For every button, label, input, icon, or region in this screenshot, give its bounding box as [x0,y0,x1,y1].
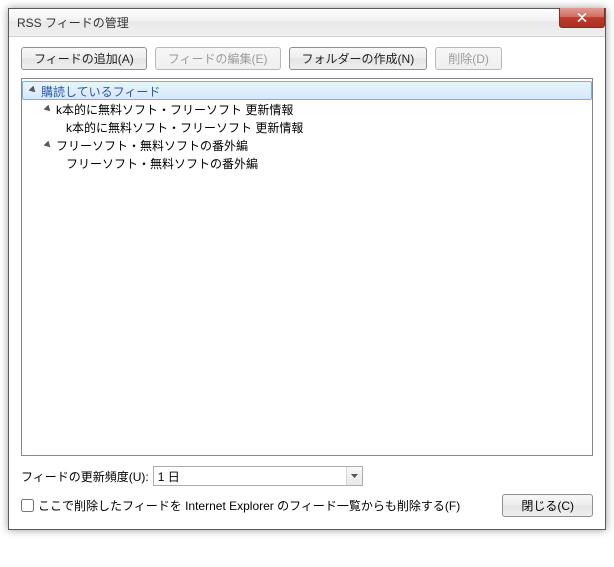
tree-node-label: フリーソフト・無料ソフトの番外編 [56,136,248,154]
dialog-window: RSS フィードの管理 フィードの追加(A) フィードの編集(E) フォルダーの… [8,8,606,530]
add-feed-button[interactable]: フィードの追加(A) [21,47,147,70]
expand-collapse-icon[interactable] [42,139,54,151]
dialog-content: フィードの追加(A) フィードの編集(E) フォルダーの作成(N) 削除(D) … [9,37,605,529]
frequency-row: フィードの更新頻度(U): [21,466,593,486]
ie-delete-checkbox[interactable] [21,499,34,512]
window-close-button[interactable] [559,8,605,28]
tree-node-label: k本的に無料ソフト・フリーソフト 更新情報 [56,100,293,118]
expand-collapse-icon[interactable] [42,103,54,115]
expand-collapse-icon[interactable] [27,85,39,97]
edit-feed-button: フィードの編集(E) [155,47,281,70]
frequency-dropdown-button[interactable] [346,467,362,485]
close-icon [577,13,587,22]
bottom-panel: フィードの更新頻度(U): ここで削除したフィードを Internet Expl… [21,466,593,517]
tree-folder[interactable]: k本的に無料ソフト・フリーソフト 更新情報 [22,100,592,118]
title-bar[interactable]: RSS フィードの管理 [9,9,605,37]
tree-node-label: 購読しているフィード [41,82,160,100]
tree-item[interactable]: k本的に無料ソフト・フリーソフト 更新情報 [22,118,592,136]
toolbar: フィードの追加(A) フィードの編集(E) フォルダーの作成(N) 削除(D) [21,47,593,70]
footer-row: ここで削除したフィードを Internet Explorer のフィード一覧から… [21,494,593,517]
tree-node-label: フリーソフト・無料ソフトの番外編 [66,154,258,172]
tree-node-label: k本的に無料ソフト・フリーソフト 更新情報 [66,118,303,136]
tree-item[interactable]: フリーソフト・無料ソフトの番外編 [22,154,592,172]
ie-delete-label: ここで削除したフィードを Internet Explorer のフィード一覧から… [38,497,460,514]
frequency-label: フィードの更新頻度(U): [21,468,149,485]
tree-root[interactable]: 購読しているフィード [22,81,592,100]
create-folder-button[interactable]: フォルダーの作成(N) [289,47,428,70]
delete-button: 削除(D) [435,47,502,70]
frequency-input[interactable] [153,466,363,486]
tree-folder[interactable]: フリーソフト・無料ソフトの番外編 [22,136,592,154]
window-title: RSS フィードの管理 [17,14,129,31]
ie-delete-row: ここで削除したフィードを Internet Explorer のフィード一覧から… [21,497,460,514]
chevron-down-icon [351,474,358,478]
frequency-combo[interactable] [153,466,363,486]
feed-tree[interactable]: 購読しているフィード k本的に無料ソフト・フリーソフト 更新情報 k本的に無料ソ… [21,78,593,456]
close-dialog-button[interactable]: 閉じる(C) [502,494,593,517]
